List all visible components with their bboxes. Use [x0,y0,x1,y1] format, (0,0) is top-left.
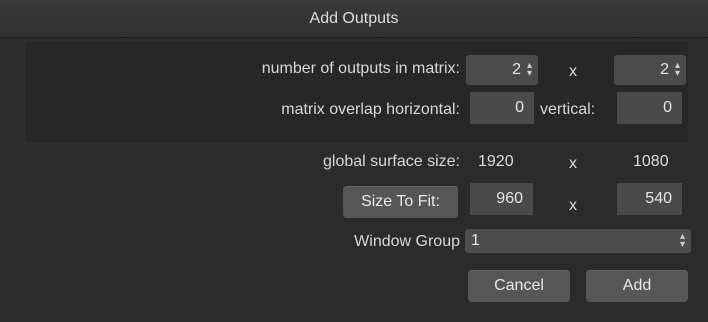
global-x-separator: x [569,155,577,172]
fit-height-field[interactable]: 540 [617,183,682,215]
overlap-vertical-label: vertical: [540,101,596,118]
overlap-horizontal-field[interactable]: 0 [470,92,534,124]
window-title: Add Outputs [309,9,399,27]
stepper-arrows-icon[interactable]: ▴ ▾ [527,61,532,79]
outputs-x-value: 2 [512,61,521,78]
fit-width-field[interactable]: 960 [470,183,533,215]
stepper-arrows-icon[interactable]: ▴ ▾ [675,61,680,79]
outputs-x-stepper[interactable]: 2 ▴ ▾ [466,55,538,85]
outputs-y-value: 2 [660,61,669,78]
matrix-x-separator: x [569,63,577,80]
fit-height-value: 540 [645,190,672,207]
outputs-in-matrix-label: number of outputs in matrix: [261,60,460,77]
size-to-fit-button[interactable]: Size To Fit: [343,186,458,218]
fit-width-value: 960 [496,190,523,207]
window-group-select[interactable]: 1 ▴ ▾ [465,229,691,253]
fit-x-separator: x [569,197,577,214]
overlap-vertical-value: 0 [663,99,672,116]
overlap-vertical-field[interactable]: 0 [617,92,682,124]
global-surface-size-label: global surface size: [323,153,460,170]
matrix-group-box [24,40,690,144]
global-width-value: 1920 [478,153,514,170]
window-group-selected: 1 [471,232,480,249]
global-height-value: 1080 [633,153,669,170]
cancel-button[interactable]: Cancel [468,270,570,302]
overlap-horizontal-label: matrix overlap horizontal: [281,101,460,118]
outputs-y-stepper[interactable]: 2 ▴ ▾ [614,55,686,85]
add-button[interactable]: Add [586,270,688,302]
window-group-label: Window Group [354,233,460,250]
title-bar: Add Outputs [0,0,708,38]
overlap-horizontal-value: 0 [515,99,524,116]
select-arrows-icon: ▴ ▾ [679,231,685,250]
